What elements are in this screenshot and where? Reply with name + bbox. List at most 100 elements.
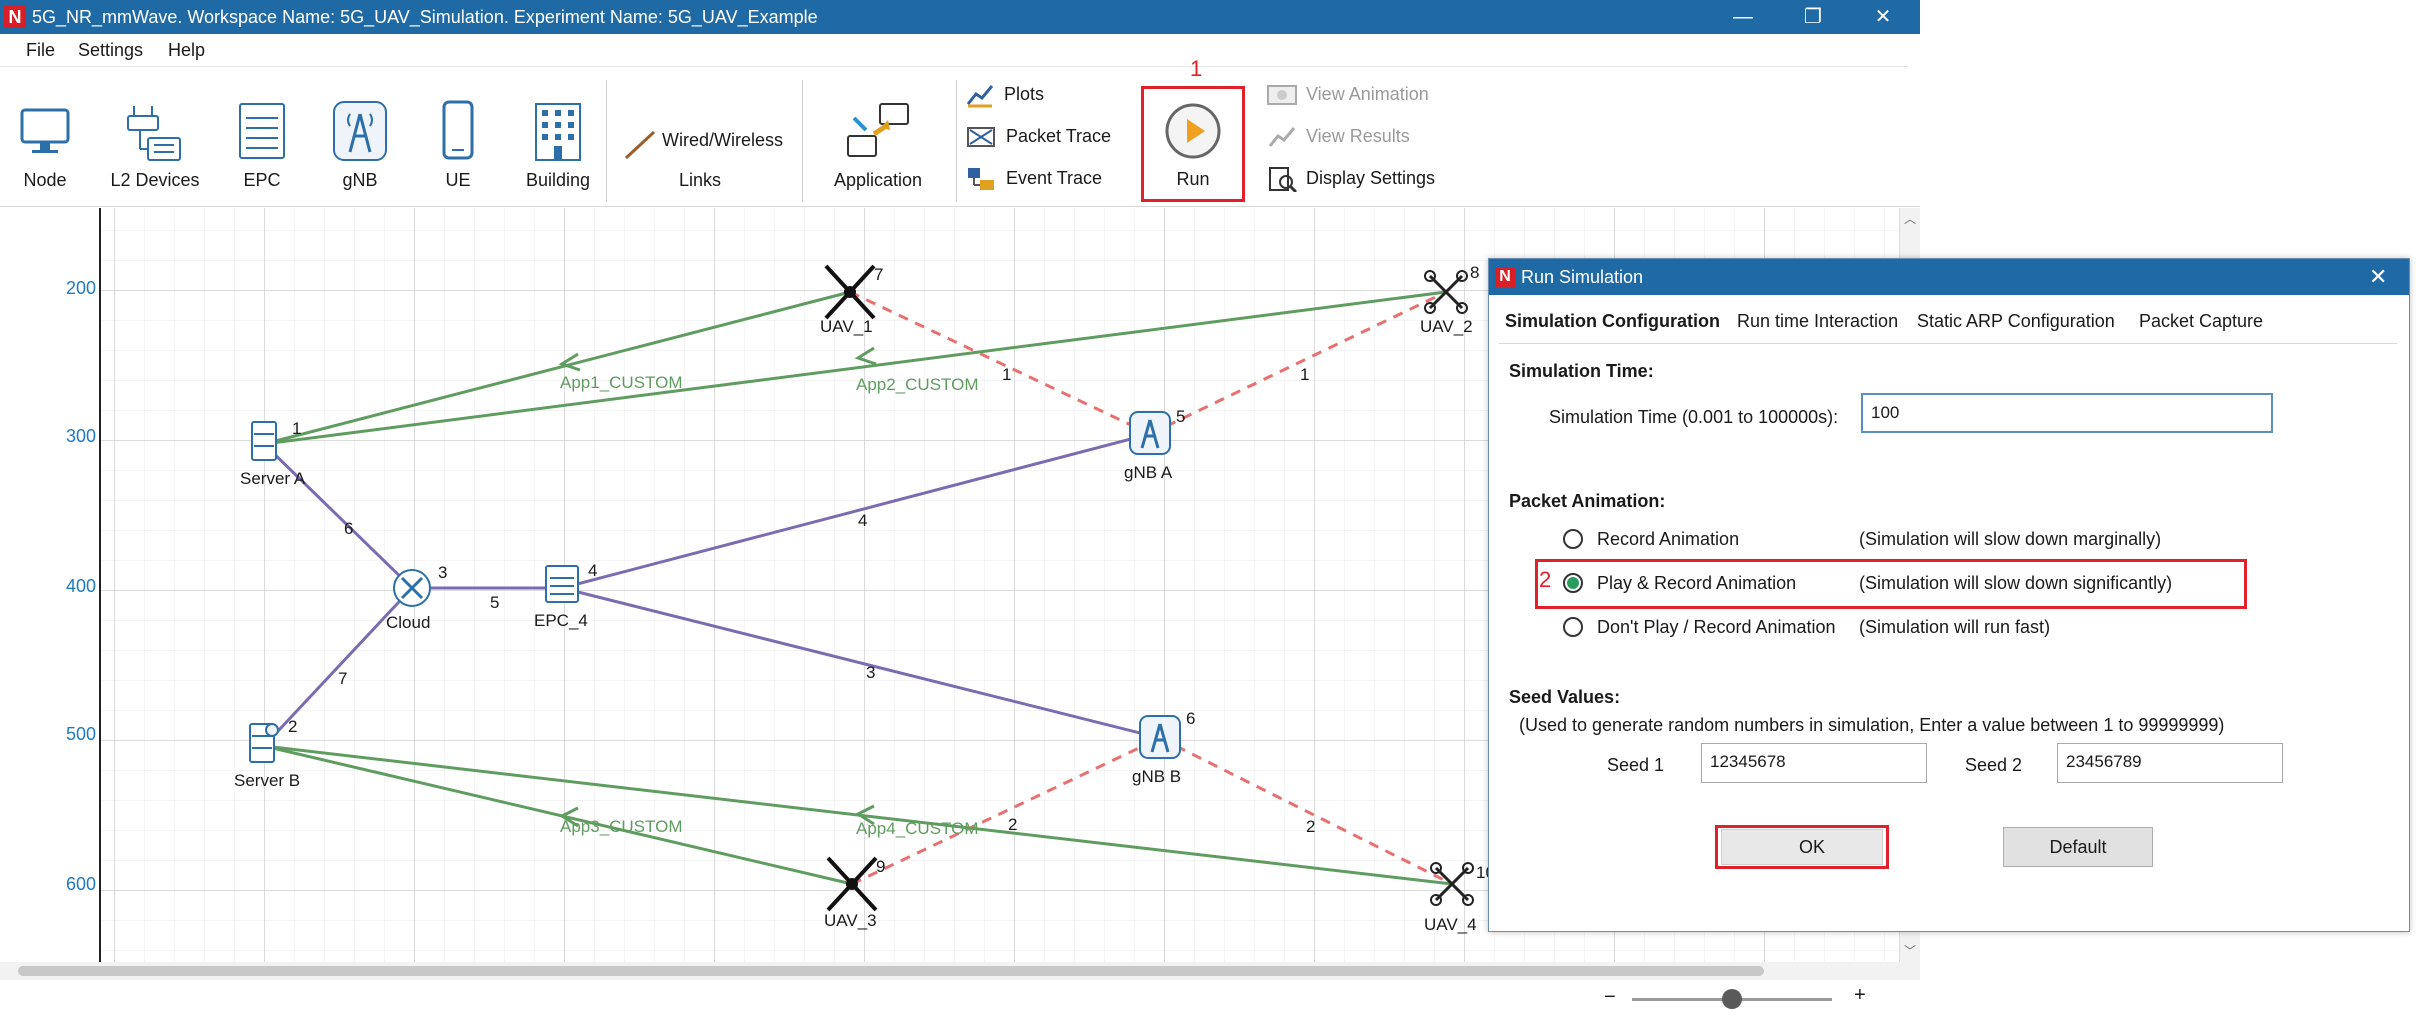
- view-animation-label: View Animation: [1306, 84, 1429, 104]
- epc-icon: [239, 103, 285, 159]
- horizontal-scrollbar[interactable]: [0, 962, 1920, 980]
- application-label: Application: [833, 170, 923, 190]
- no-animation-label: Don't Play / Record Animation: [1597, 617, 1836, 637]
- link-label-7: 7: [338, 669, 347, 688]
- minimize-button[interactable]: —: [1708, 0, 1778, 34]
- app2-label: App2_CUSTOM: [856, 375, 979, 394]
- uav2-id: 8: [1470, 263, 1479, 282]
- building-tool[interactable]: [530, 100, 586, 164]
- zoom-out-button[interactable]: −: [1604, 986, 1616, 1009]
- menu-file[interactable]: File: [26, 40, 55, 61]
- cloud-label: Cloud: [386, 613, 430, 632]
- zoom-slider-thumb[interactable]: [1722, 989, 1742, 1009]
- event-trace-label: Event Trace: [1006, 168, 1103, 188]
- ruler-label-300: 300: [66, 426, 97, 446]
- ribbon-bottom-divider: [0, 206, 1920, 207]
- zoom-in-button[interactable]: +: [1854, 984, 1866, 1007]
- link-label-3: 3: [866, 663, 875, 682]
- antenna-icon: [1139, 715, 1181, 759]
- gnb-tool[interactable]: [332, 100, 388, 164]
- link-label-2b: 2: [1306, 817, 1315, 836]
- link-icon: [624, 130, 656, 160]
- ruler-label-200: 200: [66, 278, 97, 298]
- seed-values-heading: Seed Values:: [1509, 687, 1621, 707]
- cloud-id: 3: [438, 563, 447, 582]
- event-trace-icon: [968, 168, 994, 190]
- tab-packet-capture[interactable]: Packet Capture: [2139, 311, 2263, 332]
- ruler-label-500: 500: [66, 724, 97, 744]
- play-record-animation-radio[interactable]: [1563, 573, 1583, 593]
- dialog-title: Run Simulation: [1521, 267, 1644, 287]
- uav3-label: UAV_3: [824, 911, 877, 930]
- app4-label: App4_CUSTOM: [856, 819, 979, 838]
- uav3-id: 9: [876, 857, 885, 876]
- links-tool[interactable]: Wired/Wireless: [620, 124, 820, 164]
- link-label-5: 5: [490, 593, 499, 612]
- close-button[interactable]: ✕: [1848, 0, 1918, 34]
- simulation-time-heading: Simulation Time:: [1509, 361, 1654, 381]
- ruler-label-600: 600: [66, 874, 97, 894]
- link-label-2a: 2: [1008, 815, 1017, 834]
- ruler-label-400: 400: [66, 576, 97, 596]
- uav4-label: UAV_4: [1424, 915, 1477, 934]
- play-record-animation-note: (Simulation will slow down significantly…: [1859, 573, 2173, 593]
- link-label-1a: 1: [1002, 365, 1011, 384]
- ribbon-divider: [956, 80, 957, 202]
- ok-button[interactable]: OK: [1721, 829, 1883, 865]
- wired-wireless-label: Wired/Wireless: [662, 130, 784, 150]
- gnb-b-label: gNB B: [1132, 767, 1181, 786]
- record-animation-option[interactable]: Record Animation (Simulation will slow d…: [1563, 523, 2163, 557]
- server-b-label: Server B: [234, 771, 300, 790]
- default-button[interactable]: Default: [2003, 827, 2153, 867]
- animation-icon: [1267, 85, 1297, 105]
- l2-devices-label: L2 Devices: [110, 170, 200, 190]
- scroll-up-icon[interactable]: ︿: [1904, 210, 1916, 227]
- uav1-id: 7: [874, 265, 883, 284]
- epc-icon: [545, 565, 579, 603]
- event-trace-button[interactable]: Event Trace: [966, 166, 1116, 196]
- display-settings-button[interactable]: Display Settings: [1266, 166, 1466, 196]
- gnb-a-label: gNB A: [1124, 463, 1173, 482]
- menu-help[interactable]: Help: [168, 40, 205, 61]
- plots-button[interactable]: Plots: [966, 82, 1116, 112]
- scroll-down-icon[interactable]: ﹀: [1904, 942, 1916, 959]
- application-tool[interactable]: [842, 100, 914, 164]
- epc-id: 4: [588, 561, 597, 580]
- title-bar: N 5G_NR_mmWave. Workspace Name: 5G_UAV_S…: [0, 0, 1920, 34]
- scroll-thumb[interactable]: [18, 966, 1764, 976]
- ribbon-divider: [606, 80, 607, 202]
- simulation-time-label: Simulation Time (0.001 to 100000s):: [1549, 407, 1839, 427]
- seed1-input[interactable]: 12345678: [1701, 743, 1927, 783]
- tab-static-arp-configuration[interactable]: Static ARP Configuration: [1917, 311, 2115, 332]
- gnb-label: gNB: [342, 170, 378, 190]
- epc-tool[interactable]: [236, 100, 288, 164]
- simulation-time-input[interactable]: 100: [1861, 393, 2273, 433]
- server-icon: [251, 421, 277, 461]
- epc-label: EPC: [243, 170, 281, 190]
- ue-label: UE: [445, 170, 471, 190]
- record-animation-note: (Simulation will slow down marginally): [1859, 529, 2162, 549]
- tab-divider: [1499, 343, 2397, 344]
- ribbon-divider: [802, 80, 803, 202]
- restore-button[interactable]: ❐: [1778, 0, 1848, 34]
- l2-devices-tool[interactable]: [120, 100, 190, 164]
- results-icon: [1268, 127, 1296, 147]
- view-results-label: View Results: [1306, 126, 1410, 146]
- server-a-id: 1: [292, 419, 301, 438]
- antenna-icon: [1129, 411, 1171, 455]
- packet-trace-button[interactable]: Packet Trace: [966, 124, 1116, 154]
- no-animation-radio[interactable]: [1563, 617, 1583, 637]
- menu-settings[interactable]: Settings: [78, 40, 143, 61]
- dialog-close-button[interactable]: ✕: [2369, 264, 2387, 290]
- run-button[interactable]: Run: [1141, 86, 1245, 202]
- no-animation-option[interactable]: Don't Play / Record Animation (Simulatio…: [1563, 611, 2243, 645]
- ue-tool[interactable]: [438, 100, 478, 164]
- play-record-animation-option[interactable]: Play & Record Animation (Simulation will…: [1563, 567, 2243, 601]
- switch-icon: [127, 106, 181, 161]
- record-animation-label: Record Animation: [1597, 529, 1740, 549]
- seed2-input[interactable]: 23456789: [2057, 743, 2283, 783]
- tab-simulation-configuration[interactable]: Simulation Configuration: [1505, 311, 1720, 332]
- server-icon: [249, 723, 279, 763]
- tab-run-time-interaction[interactable]: Run time Interaction: [1737, 311, 1898, 332]
- record-animation-radio[interactable]: [1563, 529, 1583, 549]
